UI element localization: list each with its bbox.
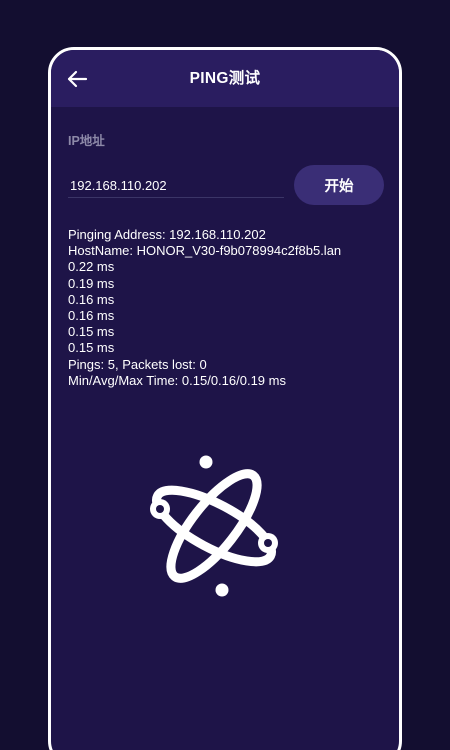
atom-logo <box>144 451 284 601</box>
page-title: PING测试 <box>189 70 261 87</box>
arrow-left-icon <box>67 70 88 88</box>
output-line: Pinging Address: 192.168.110.202 <box>68 227 266 242</box>
output-line: Min/Avg/Max Time: 0.15/0.16/0.19 ms <box>68 372 286 388</box>
output-line: 0.16 ms <box>68 308 115 324</box>
start-button[interactable]: 开始 <box>294 165 384 205</box>
app-screen: PING测试 IP地址 开始 Pinging Address: 192.168.… <box>48 47 402 750</box>
output-line: Pings: 5, Packets lost: 0 <box>68 356 207 372</box>
ip-address-input[interactable] <box>68 174 284 198</box>
output-line: 0.16 ms <box>68 291 115 307</box>
output-line: 0.15 ms <box>68 340 115 356</box>
output-line: 0.22 ms <box>68 259 115 275</box>
title-bar: PING测试 <box>51 50 399 107</box>
output-line: 0.19 ms <box>68 275 115 291</box>
output-line: HostName: HONOR_V30-f9b078994c2f8b5.lan <box>68 243 342 259</box>
back-button[interactable] <box>65 69 89 89</box>
atom-icon <box>150 455 278 597</box>
ip-label: IP地址 <box>68 134 105 148</box>
ping-output: Pinging Address: 192.168.110.202 HostNam… <box>68 227 388 389</box>
output-line: 0.15 ms <box>68 324 115 340</box>
